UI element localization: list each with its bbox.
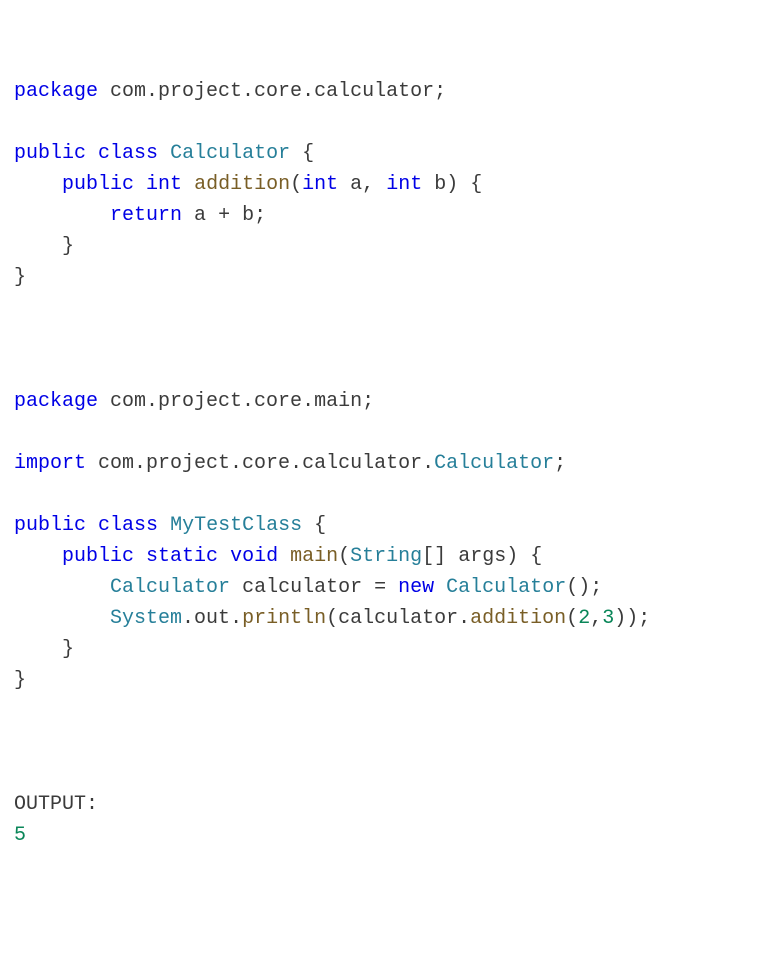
keyword-static: static xyxy=(146,545,218,568)
output-value: 5 xyxy=(14,824,26,847)
type-string: String xyxy=(350,545,422,568)
param-args: args xyxy=(458,545,506,568)
field-out: out xyxy=(194,607,230,630)
package-path: com.project.core.main xyxy=(110,390,362,413)
literal-2: 2 xyxy=(578,607,590,630)
keyword-package: package xyxy=(14,80,98,103)
keyword-void: void xyxy=(230,545,278,568)
output-label: OUTPUT: xyxy=(14,793,98,816)
class-name: MyTestClass xyxy=(170,514,302,537)
code-block: package com.project.core.calculator; pub… xyxy=(14,76,768,851)
method-main: main xyxy=(290,545,338,568)
keyword-public: public xyxy=(14,142,86,165)
var-a: a xyxy=(194,204,206,227)
import-class: Calculator xyxy=(434,452,554,475)
import-path: com.project.core.calculator. xyxy=(98,452,434,475)
method-addition: addition xyxy=(470,607,566,630)
keyword-int: int xyxy=(302,173,338,196)
keyword-new: new xyxy=(398,576,434,599)
param-a: a xyxy=(350,173,362,196)
keyword-public: public xyxy=(62,545,134,568)
keyword-class: class xyxy=(98,514,158,537)
method-name: addition xyxy=(194,173,290,196)
keyword-import: import xyxy=(14,452,86,475)
var-calculator: calculator xyxy=(338,607,458,630)
param-b: b xyxy=(434,173,446,196)
literal-3: 3 xyxy=(602,607,614,630)
keyword-public: public xyxy=(14,514,86,537)
method-println: println xyxy=(242,607,326,630)
package-path: com.project.core.calculator xyxy=(110,80,434,103)
keyword-class: class xyxy=(98,142,158,165)
keyword-public: public xyxy=(62,173,134,196)
keyword-return: return xyxy=(110,204,182,227)
keyword-package: package xyxy=(14,390,98,413)
class-name: Calculator xyxy=(170,142,290,165)
keyword-int: int xyxy=(386,173,422,196)
var-calculator: calculator xyxy=(242,576,362,599)
var-b: b xyxy=(242,204,254,227)
type-calculator: Calculator xyxy=(110,576,230,599)
operator-plus: + xyxy=(218,204,230,227)
keyword-int: int xyxy=(146,173,182,196)
class-system: System xyxy=(110,607,182,630)
ctor-calculator: Calculator xyxy=(446,576,566,599)
